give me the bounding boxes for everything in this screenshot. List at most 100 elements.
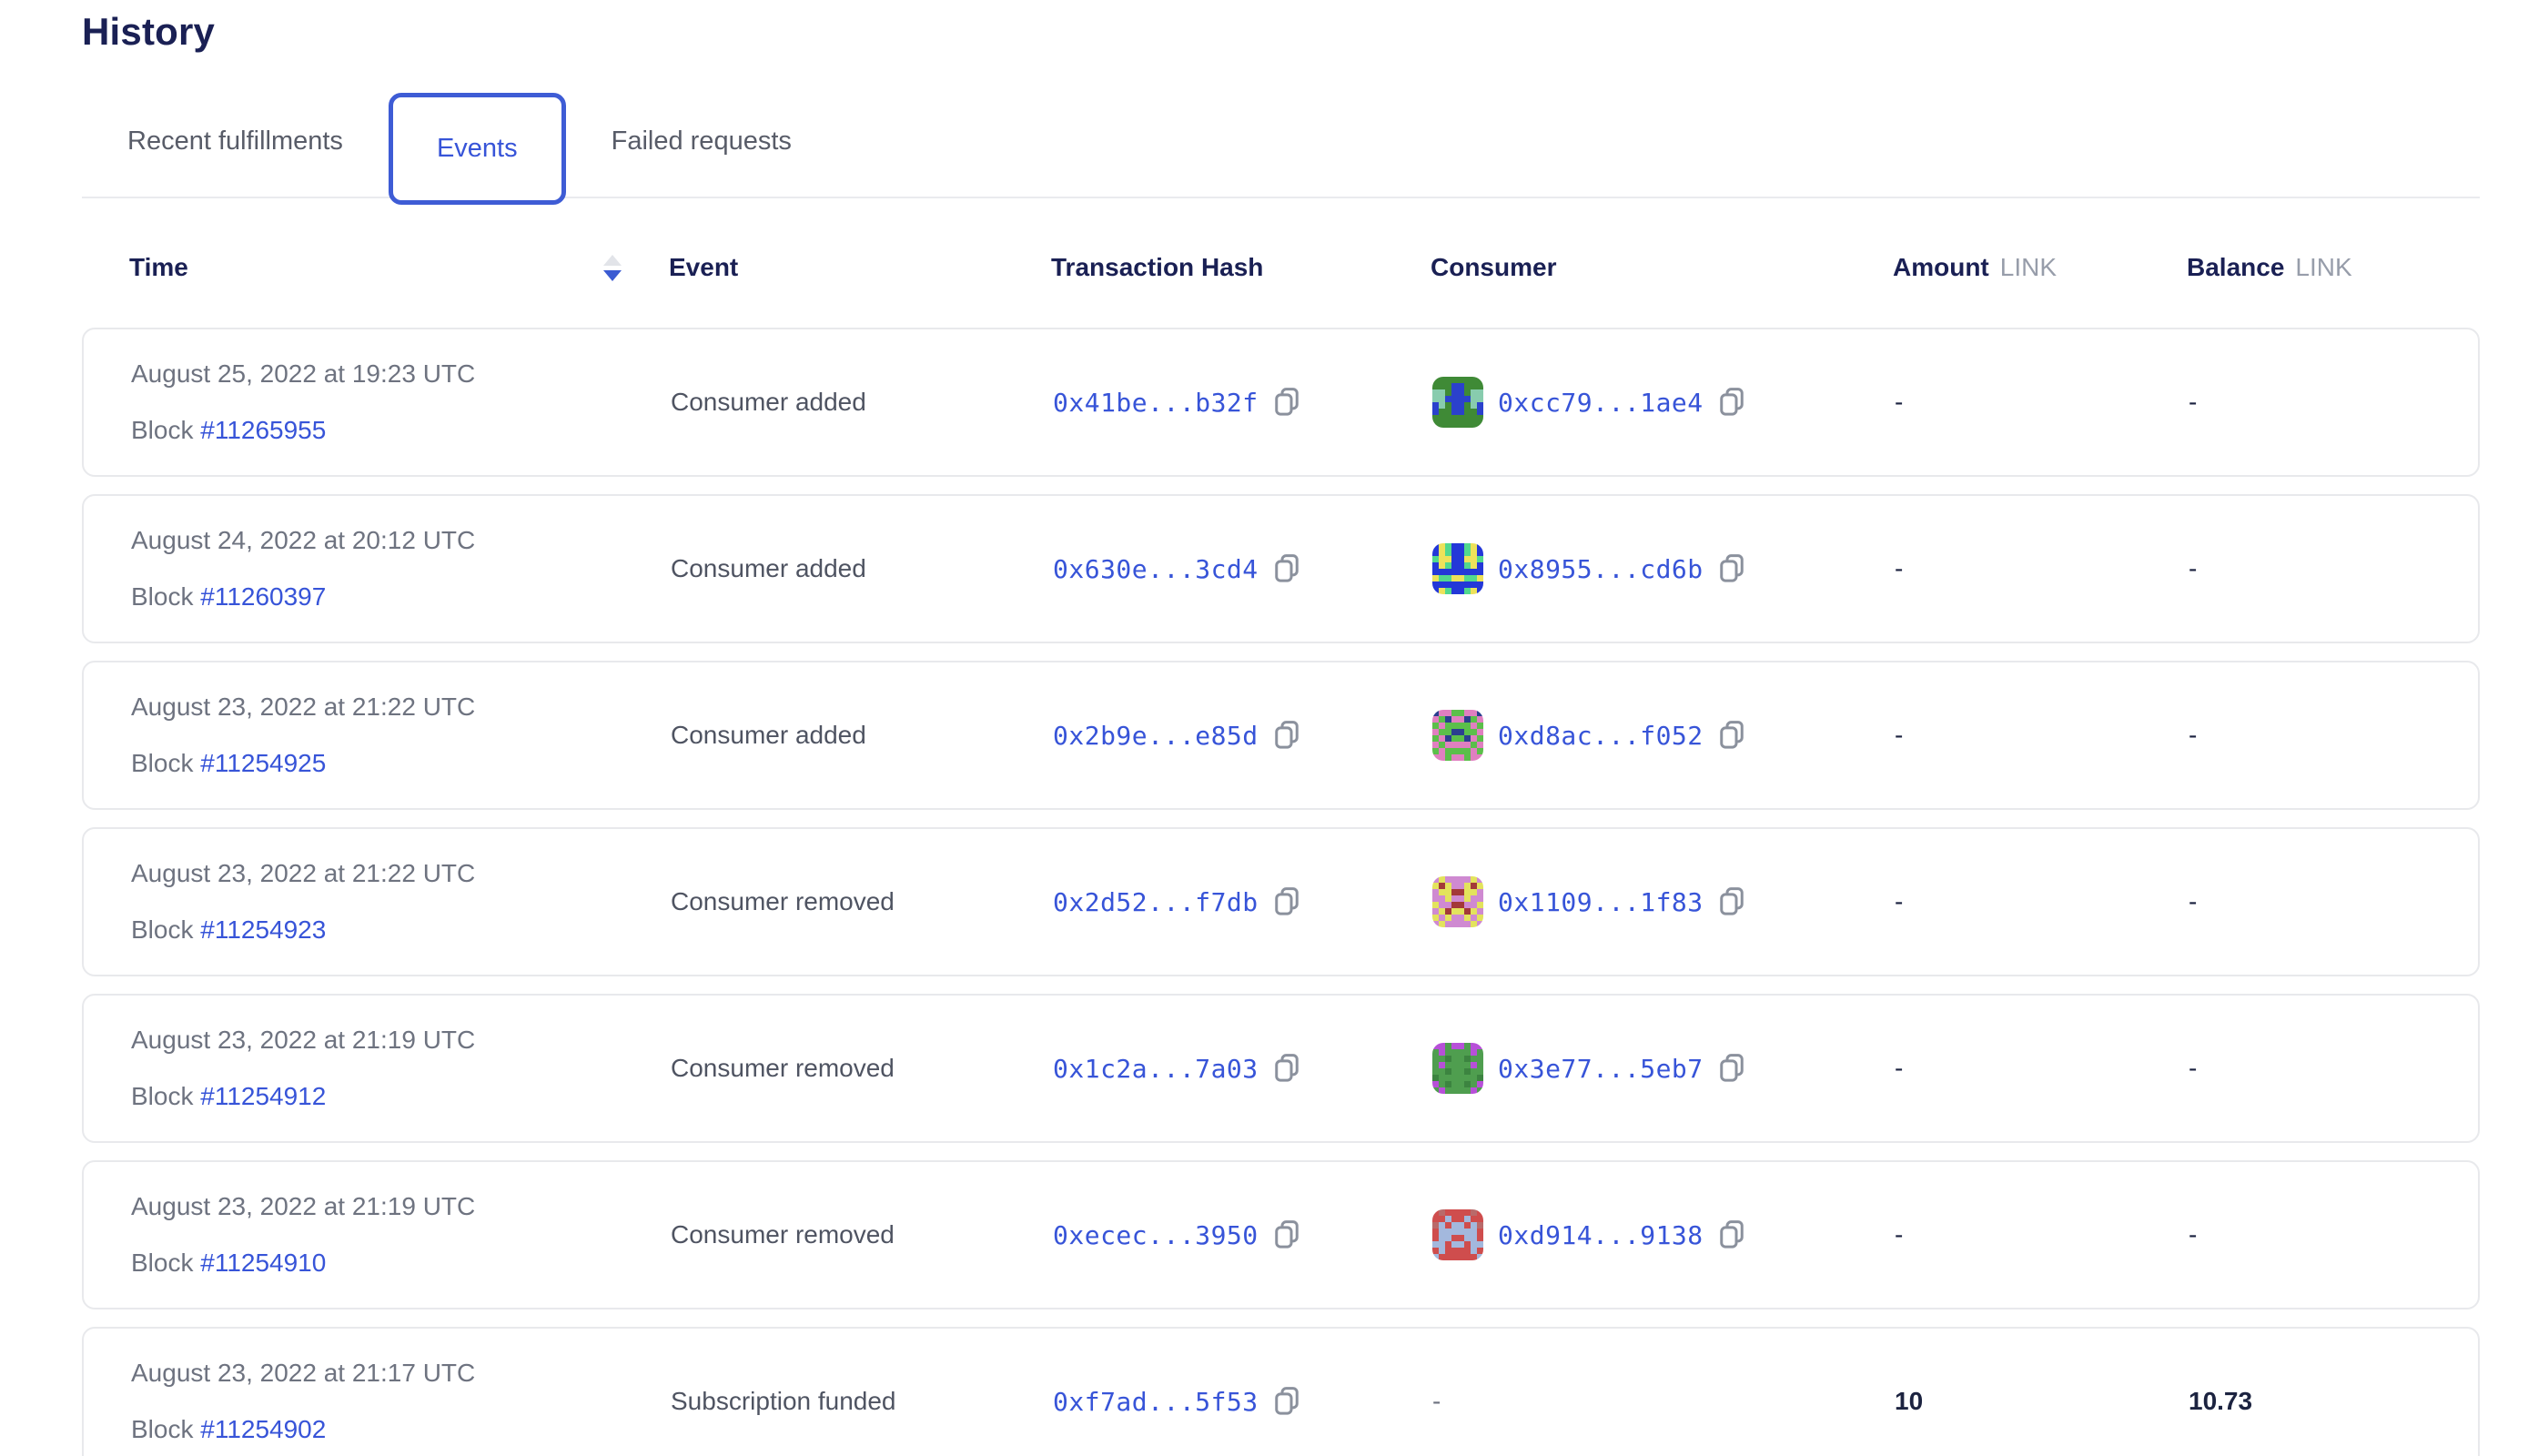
copy-icon[interactable]	[1718, 720, 1745, 751]
table-row: August 23, 2022 at 21:17 UTC Block #1125…	[82, 1327, 2480, 1456]
copy-icon[interactable]	[1273, 886, 1300, 917]
consumer-cell: 0xd8ac...f052	[1432, 710, 1895, 761]
identicon-avatar	[1432, 710, 1483, 761]
table-row: August 23, 2022 at 21:19 UTC Block #1125…	[82, 1160, 2480, 1309]
tab-events[interactable]: Events	[389, 93, 566, 205]
consumer-cell: 0x3e77...5eb7	[1432, 1043, 1895, 1094]
amount-value: -	[1895, 1054, 2189, 1083]
consumer-address-link[interactable]: 0xcc79...1ae4	[1498, 388, 1704, 418]
block-number-link[interactable]: #11260397	[200, 582, 326, 611]
copy-icon[interactable]	[1718, 387, 1745, 418]
copy-icon[interactable]	[1718, 553, 1745, 584]
consumer-cell: 0x8955...cd6b	[1432, 543, 1895, 594]
column-header-consumer: Consumer	[1431, 253, 1893, 282]
consumer-cell: -	[1432, 1387, 1895, 1416]
row-timestamp: August 23, 2022 at 21:17 UTC	[131, 1359, 671, 1388]
event-type: Consumer removed	[671, 1220, 1053, 1249]
transaction-hash-link[interactable]: 0x2d52...f7db	[1053, 887, 1259, 917]
copy-icon[interactable]	[1718, 1053, 1745, 1084]
time-cell: August 23, 2022 at 21:17 UTC Block #1125…	[131, 1359, 671, 1444]
identicon-avatar	[1432, 1209, 1483, 1260]
event-type: Consumer removed	[671, 1054, 1053, 1083]
event-type: Consumer added	[671, 554, 1053, 583]
copy-icon[interactable]	[1273, 1219, 1300, 1250]
consumer-cell: 0x1109...1f83	[1432, 876, 1895, 927]
row-timestamp: August 24, 2022 at 20:12 UTC	[131, 526, 671, 555]
table-body: August 25, 2022 at 19:23 UTC Block #1126…	[82, 328, 2480, 1456]
event-type: Consumer added	[671, 388, 1053, 417]
amount-value: -	[1895, 887, 2189, 916]
transaction-hash-cell: 0x41be...b32f	[1053, 387, 1432, 418]
amount-value: -	[1895, 1220, 2189, 1249]
copy-icon[interactable]	[1273, 1053, 1300, 1084]
block-label: Block	[131, 1415, 193, 1443]
time-cell: August 23, 2022 at 21:22 UTC Block #1125…	[131, 693, 671, 778]
consumer-address-link[interactable]: 0xd8ac...f052	[1498, 721, 1704, 751]
table-row: August 25, 2022 at 19:23 UTC Block #1126…	[82, 328, 2480, 477]
block-number-link[interactable]: #11254910	[200, 1249, 326, 1277]
copy-icon[interactable]	[1273, 720, 1300, 751]
block-number-link[interactable]: #11254902	[200, 1415, 326, 1443]
transaction-hash-link[interactable]: 0xecec...3950	[1053, 1220, 1259, 1250]
column-header-event: Event	[669, 253, 1051, 282]
transaction-hash-link[interactable]: 0xf7ad...5f53	[1053, 1387, 1259, 1417]
copy-icon[interactable]	[1718, 1219, 1745, 1250]
consumer-address-link[interactable]: 0x3e77...5eb7	[1498, 1054, 1704, 1084]
sort-down-arrow-icon	[603, 270, 622, 281]
transaction-hash-link[interactable]: 0x630e...3cd4	[1053, 554, 1259, 584]
balance-value: -	[2189, 721, 2478, 750]
identicon-avatar	[1432, 1043, 1483, 1094]
copy-icon[interactable]	[1273, 553, 1300, 584]
consumer-address-link[interactable]: 0x8955...cd6b	[1498, 554, 1704, 584]
event-type: Subscription funded	[671, 1387, 1053, 1416]
consumer-address-link[interactable]: 0xd914...9138	[1498, 1220, 1704, 1250]
block-label: Block	[131, 1249, 193, 1277]
time-column-label: Time	[129, 253, 188, 282]
balance-value: -	[2189, 887, 2478, 916]
history-page: History Recent fulfillmentsEventsFailed …	[0, 0, 2528, 1456]
block-line: Block #11254912	[131, 1082, 671, 1111]
block-number-link[interactable]: #11254912	[200, 1082, 326, 1110]
block-label: Block	[131, 915, 193, 944]
row-timestamp: August 25, 2022 at 19:23 UTC	[131, 359, 671, 389]
copy-icon[interactable]	[1273, 1386, 1300, 1417]
table-row: August 24, 2022 at 20:12 UTC Block #1126…	[82, 494, 2480, 643]
amount-value: 10	[1895, 1387, 2189, 1416]
sort-up-arrow-icon	[603, 255, 622, 266]
block-number-link[interactable]: #11254925	[200, 749, 326, 777]
block-number-link[interactable]: #11254923	[200, 915, 326, 944]
identicon-avatar	[1432, 543, 1483, 594]
identicon-avatar	[1432, 377, 1483, 428]
table-row: August 23, 2022 at 21:22 UTC Block #1125…	[82, 827, 2480, 976]
copy-icon[interactable]	[1718, 886, 1745, 917]
row-timestamp: August 23, 2022 at 21:22 UTC	[131, 693, 671, 722]
transaction-hash-link[interactable]: 0x41be...b32f	[1053, 388, 1259, 418]
balance-value: -	[2189, 1054, 2478, 1083]
block-label: Block	[131, 1082, 193, 1110]
tab-recent-fulfillments[interactable]: Recent fulfillments	[82, 126, 389, 157]
copy-icon[interactable]	[1273, 387, 1300, 418]
amount-value: -	[1895, 388, 2189, 417]
balance-unit-label: LINK	[2295, 253, 2351, 282]
block-label: Block	[131, 582, 193, 611]
transaction-hash-link[interactable]: 0x2b9e...e85d	[1053, 721, 1259, 751]
block-line: Block #11254925	[131, 749, 671, 778]
transaction-hash-link[interactable]: 0x1c2a...7a03	[1053, 1054, 1259, 1084]
balance-column-label: Balance	[2187, 253, 2284, 282]
block-number-link[interactable]: #11265955	[200, 416, 326, 444]
column-header-time[interactable]: Time	[129, 253, 669, 282]
table-row: August 23, 2022 at 21:22 UTC Block #1125…	[82, 661, 2480, 810]
balance-value: -	[2189, 554, 2478, 583]
row-timestamp: August 23, 2022 at 21:19 UTC	[131, 1026, 671, 1055]
consumer-address-link[interactable]: 0x1109...1f83	[1498, 887, 1704, 917]
column-header-balance: Balance LINK	[2187, 253, 2480, 282]
event-type: Consumer added	[671, 721, 1053, 750]
column-header-amount: Amount LINK	[1893, 253, 2187, 282]
balance-value: -	[2189, 1220, 2478, 1249]
transaction-hash-cell: 0xf7ad...5f53	[1053, 1386, 1432, 1417]
sort-descending-icon[interactable]	[603, 255, 622, 281]
consumer-cell: 0xcc79...1ae4	[1432, 377, 1895, 428]
block-label: Block	[131, 749, 193, 777]
event-type: Consumer removed	[671, 887, 1053, 916]
tab-failed-requests[interactable]: Failed requests	[566, 126, 837, 157]
